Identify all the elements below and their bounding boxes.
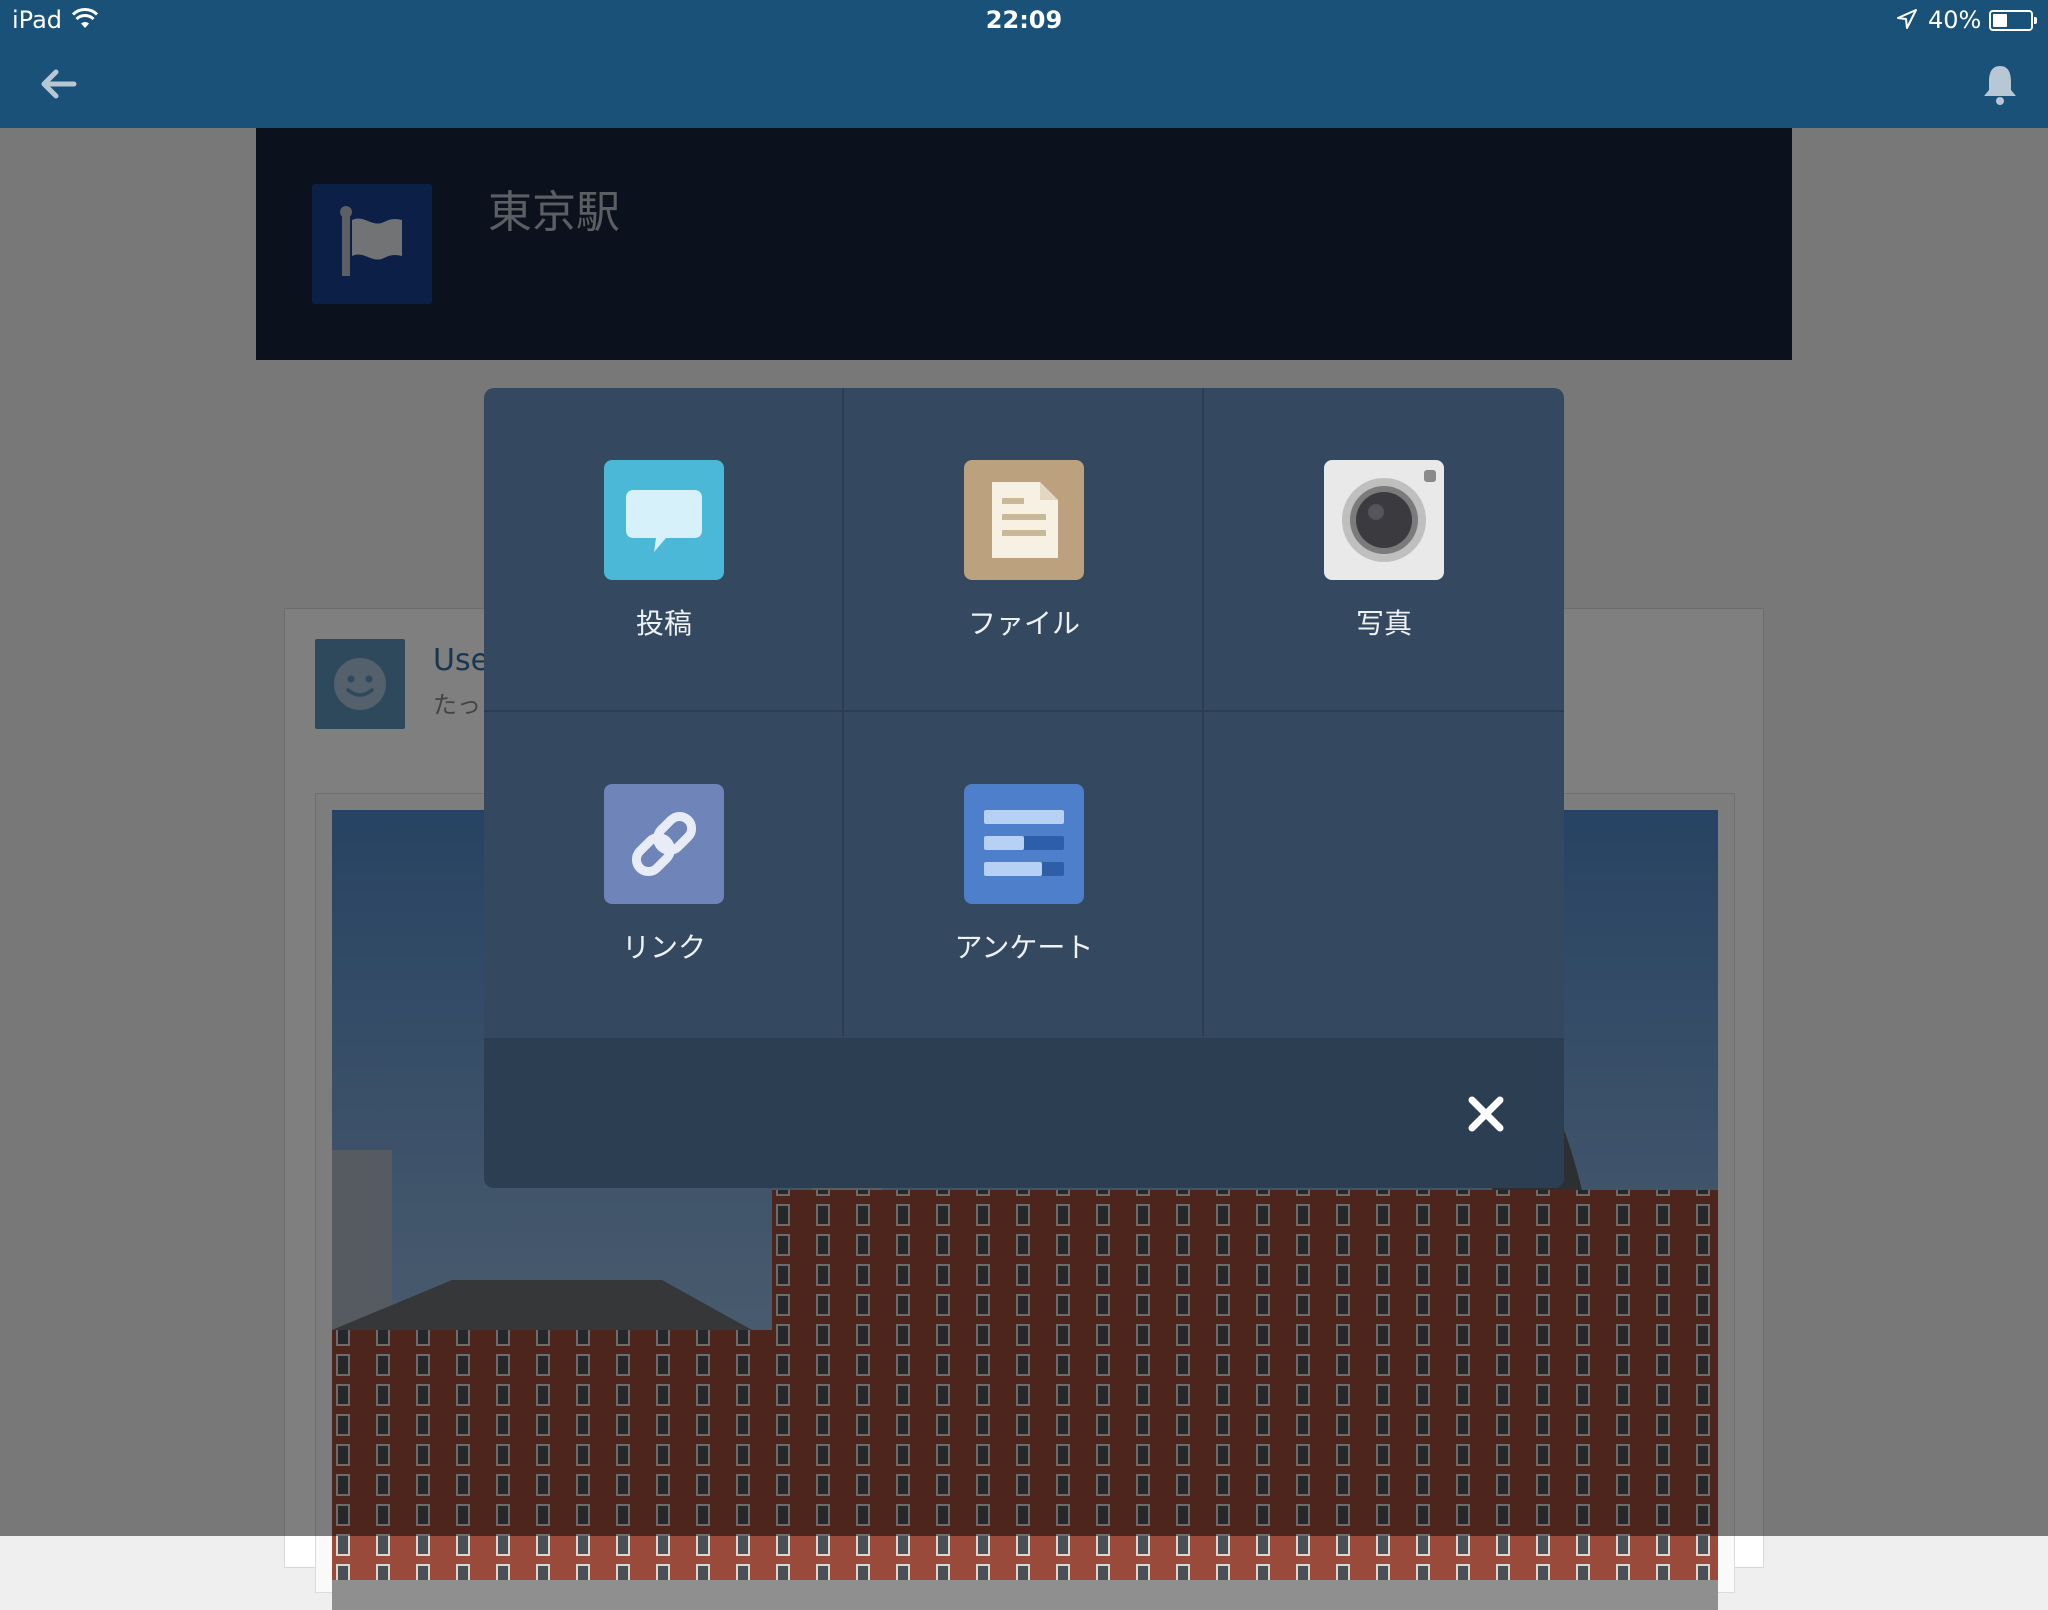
close-button[interactable] [1466, 1094, 1506, 1134]
action-link[interactable]: リンク [484, 712, 844, 1036]
empty-cell [1204, 712, 1564, 1036]
speech-bubble-icon [604, 460, 724, 580]
navigation-bar: iPad 22:09 40% [0, 0, 2048, 128]
document-icon [964, 460, 1084, 580]
clock: 22:09 [985, 6, 1063, 34]
action-file-label: ファイル [967, 607, 1080, 640]
back-button[interactable] [36, 64, 84, 104]
notifications-button[interactable] [1980, 62, 2020, 106]
battery-percentage: 40% [1928, 6, 1982, 34]
location-arrow-icon [1896, 8, 1918, 36]
battery-icon [1989, 10, 2037, 31]
action-poll[interactable]: アンケート [844, 712, 1204, 1036]
action-photo-label: 写真 [1355, 607, 1412, 640]
action-link-label: リンク [621, 931, 706, 964]
action-post-label: 投稿 [635, 607, 692, 640]
poll-icon [964, 784, 1084, 904]
arrow-left-icon [41, 69, 77, 99]
camera-icon [1324, 460, 1444, 580]
sheet-footer [484, 1038, 1564, 1188]
action-file[interactable]: ファイル [844, 388, 1204, 712]
share-action-sheet: 投稿 ファイル 写真 リンク アンケート [484, 388, 1564, 1188]
close-icon [1468, 1096, 1504, 1132]
action-poll-label: アンケート [954, 931, 1094, 964]
link-icon [604, 784, 724, 904]
status-bar: iPad 22:09 40% [0, 0, 2048, 42]
action-post[interactable]: 投稿 [484, 388, 844, 712]
bell-icon [1984, 66, 2016, 105]
action-photo[interactable]: 写真 [1204, 388, 1564, 712]
